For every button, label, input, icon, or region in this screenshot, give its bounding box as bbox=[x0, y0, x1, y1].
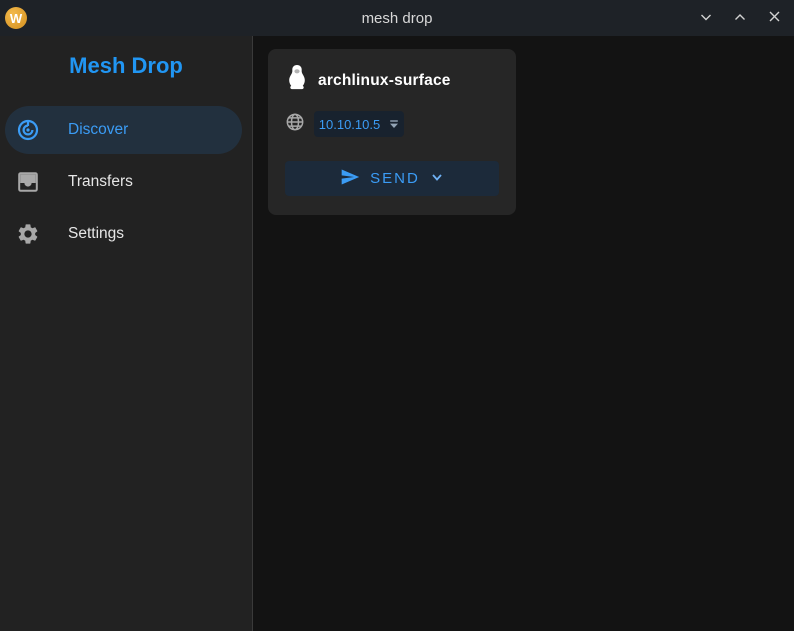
ip-address-dropdown[interactable]: 10.10.10.5 bbox=[314, 111, 404, 137]
app-logo-letter: W bbox=[10, 12, 22, 25]
window-title: mesh drop bbox=[0, 10, 794, 27]
main-area: archlinux-surface 10.10.10.5 bbox=[253, 36, 794, 631]
radar-icon bbox=[16, 118, 40, 142]
linux-penguin-icon bbox=[285, 64, 309, 98]
sidebar-item-label: Transfers bbox=[68, 173, 133, 191]
app-window: W mesh drop Mesh Drop bbox=[0, 0, 794, 631]
app-brand-title: Mesh Drop bbox=[0, 52, 252, 80]
device-card: archlinux-surface 10.10.10.5 bbox=[268, 49, 516, 215]
sidebar-item-settings[interactable]: Settings bbox=[5, 210, 242, 258]
caret-down-icon bbox=[389, 117, 399, 132]
chevron-down-icon bbox=[430, 170, 444, 187]
device-address-row: 10.10.10.5 bbox=[285, 111, 499, 137]
titlebar: W mesh drop bbox=[0, 0, 794, 36]
window-controls bbox=[697, 9, 794, 27]
minimize-button[interactable] bbox=[697, 9, 715, 27]
chevron-down-icon bbox=[699, 10, 713, 27]
maximize-button[interactable] bbox=[731, 9, 749, 27]
app-logo-icon: W bbox=[5, 7, 27, 29]
globe-icon bbox=[285, 112, 305, 137]
content-area: Mesh Drop Discover bbox=[0, 36, 794, 631]
device-name-row: archlinux-surface bbox=[285, 66, 499, 96]
sidebar-item-label: Settings bbox=[68, 225, 124, 243]
close-button[interactable] bbox=[765, 9, 783, 27]
send-button[interactable]: SEND bbox=[285, 161, 499, 196]
chevron-up-icon bbox=[733, 10, 747, 27]
sidebar: Mesh Drop Discover bbox=[0, 36, 253, 631]
gear-icon bbox=[16, 222, 40, 246]
sidebar-item-label: Discover bbox=[68, 121, 128, 139]
sidebar-item-discover[interactable]: Discover bbox=[5, 106, 242, 154]
device-name: archlinux-surface bbox=[318, 72, 451, 90]
close-icon bbox=[768, 10, 781, 26]
send-icon bbox=[340, 167, 360, 190]
send-button-label: SEND bbox=[370, 170, 420, 187]
sidebar-item-transfers[interactable]: Transfers bbox=[5, 158, 242, 206]
ip-address-value: 10.10.10.5 bbox=[319, 117, 380, 132]
sidebar-nav: Discover Transfers bbox=[0, 106, 252, 258]
inbox-icon bbox=[16, 170, 40, 194]
